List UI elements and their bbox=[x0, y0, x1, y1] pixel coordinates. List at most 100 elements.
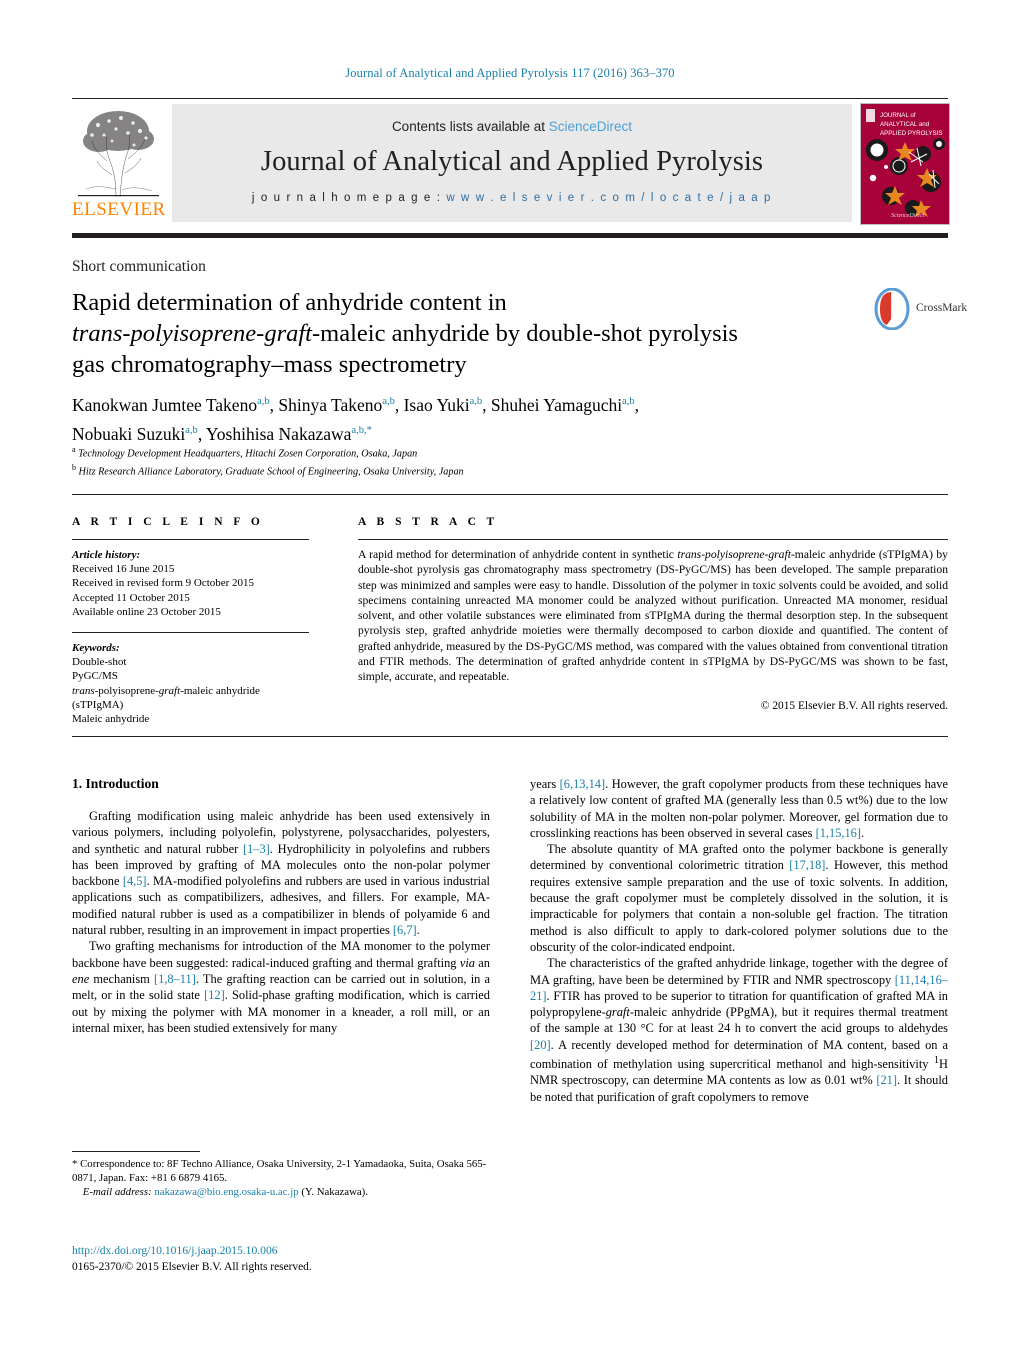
copyright-line: © 2015 Elsevier B.V. All rights reserved… bbox=[760, 700, 948, 712]
svg-text:ScienceDirect: ScienceDirect bbox=[891, 213, 925, 219]
masthead-top-rule bbox=[72, 98, 948, 100]
author-2: , Shinya Takeno bbox=[269, 394, 383, 415]
journal-homepage-line: j o u r n a l h o m e p a g e : w w w . … bbox=[172, 192, 852, 204]
title-line-2: -maleic anhydride by double-shot pyrolys… bbox=[312, 320, 738, 347]
svg-text:JOURNAL of: JOURNAL of bbox=[880, 112, 916, 119]
citation-1-8-11[interactable]: [1,8–11] bbox=[154, 972, 196, 986]
history-item-3: Available online 23 October 2015 bbox=[72, 605, 221, 618]
issn-copyright-line: 0165-2370/© 2015 Elsevier B.V. All right… bbox=[72, 1261, 312, 1273]
abstract-part-1: A rapid method for determination of anhy… bbox=[358, 548, 678, 561]
author-6-affil: a,b,* bbox=[351, 424, 372, 436]
keyword-1: PyGC/MS bbox=[72, 670, 118, 683]
p2-a: Two grafting mechanisms for introduction… bbox=[72, 939, 490, 970]
doi-link[interactable]: http://dx.doi.org/10.1016/j.jaap.2015.10… bbox=[72, 1244, 278, 1257]
author-5-affil: a,b bbox=[185, 424, 198, 436]
citation-20[interactable]: [20] bbox=[530, 1038, 551, 1052]
email-link[interactable]: nakazawa@bio.eng.osaka-u.ac.jp bbox=[154, 1186, 298, 1198]
article-history: Article history: Received 16 June 2015 R… bbox=[72, 548, 322, 619]
affil-b-text: Hitz Research Alliance Laboratory, Gradu… bbox=[76, 466, 464, 478]
citation-12[interactable]: [12] bbox=[204, 988, 225, 1002]
elsevier-tree-icon bbox=[76, 105, 161, 200]
author-5: Nobuaki Suzuki bbox=[72, 423, 186, 444]
svg-text:APPLIED PYROLYSIS: APPLIED PYROLYSIS bbox=[880, 130, 942, 137]
crossmark-label: CrossMark bbox=[916, 302, 968, 314]
p2-c: mechanism bbox=[89, 971, 154, 986]
abstract-heading: A B S T R A C T bbox=[358, 516, 499, 528]
email-label: E-mail address: bbox=[82, 1186, 152, 1199]
citation-17-18[interactable]: [17,18] bbox=[789, 858, 825, 872]
abstract-part-2: -maleic anhydride (sTPIgMA) by double-sh… bbox=[358, 548, 948, 684]
info-box-bottom-rule bbox=[72, 736, 948, 737]
keyword-2-italic-a: trans bbox=[72, 684, 95, 697]
rp1-c: . bbox=[861, 825, 865, 840]
author-4-affil: a,b bbox=[622, 396, 635, 407]
citation-1-15-16[interactable]: [1,15,16] bbox=[816, 826, 861, 840]
citation-4-5[interactable]: [4,5] bbox=[123, 874, 147, 888]
author-6: , Yoshihisa Nakazawa bbox=[197, 423, 352, 444]
sciencedirect-link[interactable]: ScienceDirect bbox=[549, 119, 632, 134]
keyword-2-mid: -polyisoprene- bbox=[94, 684, 159, 697]
keywords-label: Keywords: bbox=[72, 642, 120, 654]
paragraph-right-3: The characteristics of the grafted anhyd… bbox=[530, 955, 948, 1105]
masthead-banner: Contents lists available at ScienceDirec… bbox=[172, 104, 852, 222]
p1-d: . bbox=[416, 923, 420, 938]
history-item-1: Received in revised form 9 October 2015 bbox=[72, 577, 255, 590]
abstract-rule bbox=[358, 539, 948, 540]
rp3-italic-graft: graft bbox=[605, 1005, 630, 1020]
p2-italic-via: via bbox=[459, 955, 475, 970]
keyword-3: Maleic anhydride bbox=[72, 713, 150, 726]
homepage-url-link[interactable]: w w w . e l s e v i e r . c o m / l o c … bbox=[446, 192, 772, 204]
keywords-list: Keywords: Double-shot PyGC/MS trans-poly… bbox=[72, 641, 322, 726]
keyword-2-italic-b: graft bbox=[158, 684, 181, 697]
journal-cover-thumbnail[interactable]: JOURNAL of ANALYTICAL and APPLIED PYROLY… bbox=[860, 103, 950, 225]
rp1-a: years bbox=[530, 777, 560, 791]
p2-b: an bbox=[474, 955, 490, 970]
body-column-left: 1. Introduction Grafting modification us… bbox=[72, 776, 490, 1036]
affil-a-text: Technology Development Headquarters, Hit… bbox=[75, 448, 418, 460]
rp3-d: . A recently developed method for determ… bbox=[530, 1037, 948, 1072]
paragraph-right-1: years [6,13,14]. However, the graft copo… bbox=[530, 776, 948, 841]
body-column-right: years [6,13,14]. However, the graft copo… bbox=[530, 776, 948, 1105]
keyword-0: Double-shot bbox=[72, 656, 127, 669]
article-history-label: Article history: bbox=[72, 549, 141, 561]
affiliation-list: a Technology Development Headquarters, H… bbox=[72, 443, 872, 479]
article-info-rule bbox=[72, 539, 309, 540]
crossmark-badge[interactable]: CrossMark bbox=[872, 287, 968, 334]
keyword-2-line2: (sTPIgMA) bbox=[72, 698, 124, 711]
title-italic-part: trans-polyisoprene-graft bbox=[72, 320, 312, 347]
paragraph-right-2: The absolute quantity of MA grafted onto… bbox=[530, 841, 948, 955]
title-line-1: Rapid determination of anhydride content… bbox=[72, 289, 507, 316]
author-3-affil: a,b bbox=[469, 396, 483, 407]
author-2-affil: a,b bbox=[382, 396, 395, 407]
rp3-a: The characteristics of the grafted anhyd… bbox=[530, 956, 948, 987]
author-list: Kanokwan Jumtee Takenoa,b, Shinya Takeno… bbox=[72, 394, 640, 444]
article-title: Rapid determination of anhydride content… bbox=[72, 287, 812, 380]
contents-prefix: Contents lists available at bbox=[391, 119, 549, 134]
citation-6-13-14[interactable]: [6,13,14] bbox=[560, 777, 605, 791]
citation-1-3[interactable]: [1–3] bbox=[243, 842, 270, 856]
citation-21[interactable]: [21] bbox=[876, 1073, 897, 1087]
abstract-text: A rapid method for determination of anhy… bbox=[358, 547, 948, 685]
p2-italic-ene: ene bbox=[72, 971, 90, 986]
keywords-rule bbox=[72, 632, 309, 633]
title-line-3: gas chromatography–mass spectrometry bbox=[72, 351, 467, 378]
paragraph-left-2: Two grafting mechanisms for introduction… bbox=[72, 938, 490, 1036]
citation-6-7[interactable]: [6,7] bbox=[393, 923, 417, 937]
paragraph-left-1: Grafting modification using maleic anhyd… bbox=[72, 808, 490, 938]
journal-masthead: ELSEVIER Contents lists available at Sci… bbox=[72, 103, 950, 225]
footnote-separator-rule bbox=[72, 1151, 200, 1152]
correspondence-footnote: * Correspondence to: 8F Techno Alliance,… bbox=[72, 1157, 490, 1200]
author-4: , Shuhei Yamaguchi bbox=[482, 394, 623, 415]
info-box-top-rule bbox=[72, 494, 948, 495]
email-suffix: (Y. Nakazawa). bbox=[298, 1186, 368, 1199]
elsevier-wordmark: ELSEVIER bbox=[72, 199, 166, 220]
article-type-label: Short communication bbox=[72, 258, 206, 275]
correspondence-text: Correspondence to: 8F Techno Alliance, O… bbox=[72, 1158, 487, 1185]
section-heading-introduction: 1. Introduction bbox=[72, 776, 159, 791]
author-3: , Isao Yuki bbox=[394, 394, 470, 415]
contents-available-line: Contents lists available at ScienceDirec… bbox=[172, 119, 852, 134]
author-1-affil: a,b bbox=[257, 396, 270, 407]
running-head: Journal of Analytical and Applied Pyroly… bbox=[345, 66, 675, 80]
author-1: Kanokwan Jumtee Takeno bbox=[72, 394, 258, 415]
history-item-0: Received 16 June 2015 bbox=[72, 563, 175, 576]
